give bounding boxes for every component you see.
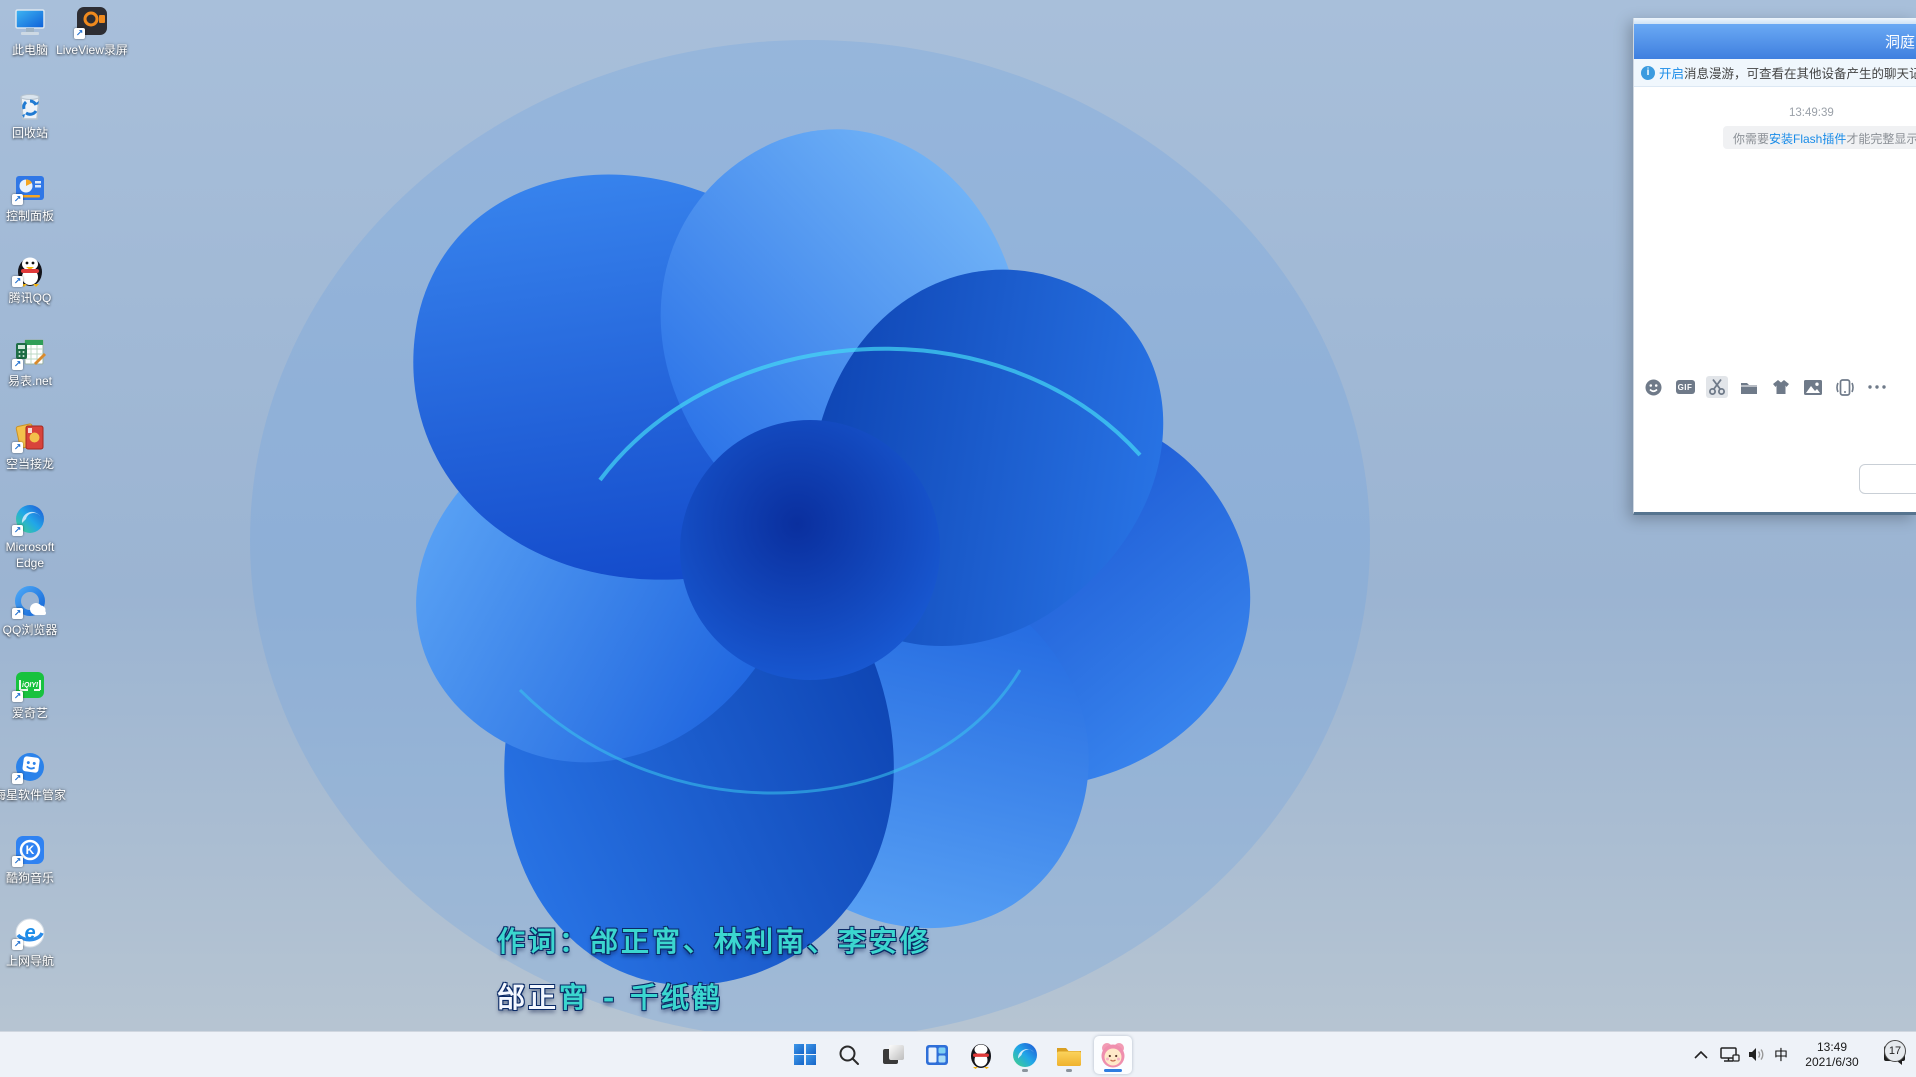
send-image-button[interactable]	[1802, 376, 1824, 398]
iqiyi-icon: iQIYI	[12, 667, 48, 703]
desktop-icon-edge[interactable]: Microsoft Edge	[0, 501, 68, 571]
qq-penguin-icon	[968, 1041, 994, 1069]
qq-chat-window: 洞庭 i 开启消息漫游，可查看在其他设备产生的聊天记录 13:49:39 你需要…	[1633, 18, 1916, 515]
card-game-icon	[12, 418, 48, 454]
running-indicator	[1066, 1069, 1072, 1072]
search-button[interactable]	[830, 1036, 868, 1074]
enable-roaming-link[interactable]: 开启	[1659, 63, 1684, 82]
shortcut-arrow-icon	[12, 608, 23, 619]
start-button[interactable]	[786, 1036, 824, 1074]
system-message-bubble: 你需要安装Flash插件才能完整显示QQ	[1723, 126, 1916, 149]
chat-input-area[interactable]	[1634, 402, 1916, 502]
more-tools-button[interactable]	[1866, 376, 1888, 398]
desktop-icon-software-manager[interactable]: 海星软件管家	[0, 749, 68, 804]
tray-ime-indicator[interactable]: 中	[1768, 1032, 1794, 1077]
speaker-icon	[1748, 1047, 1766, 1062]
qq-browser-icon	[12, 584, 48, 620]
chevron-up-icon	[1694, 1051, 1708, 1059]
tray-network-button[interactable]	[1716, 1032, 1744, 1077]
taskbar-edge-button[interactable]	[1006, 1036, 1044, 1074]
shortcut-arrow-icon	[12, 359, 23, 370]
screenshot-button[interactable]	[1706, 376, 1728, 398]
send-button[interactable]	[1859, 464, 1916, 494]
task-view-button[interactable]	[874, 1036, 912, 1074]
lyrics-credits: 作词：邰正宵、林利南、李安修	[497, 928, 931, 956]
taskbar-qq-button[interactable]	[962, 1036, 1000, 1074]
edge-icon	[1012, 1042, 1038, 1068]
ttplayer-face-icon	[1099, 1041, 1127, 1069]
tray-date: 2021/6/30	[1805, 1055, 1858, 1070]
desktop-icon-qq-browser[interactable]: QQ浏览器	[0, 584, 68, 639]
screen-record-icon	[74, 4, 110, 40]
lyrics-song-line: 邰正宵 - 千纸鹤	[497, 984, 931, 1012]
shortcut-arrow-icon	[12, 276, 23, 287]
qq-show-button[interactable]	[1770, 376, 1792, 398]
shortcut-arrow-icon	[12, 856, 23, 867]
widgets-icon	[925, 1043, 949, 1067]
shortcut-arrow-icon	[12, 194, 23, 205]
desktop-icon-kugou[interactable]: K 酷狗音乐	[0, 832, 68, 887]
recycle-bin-icon	[12, 87, 48, 123]
tray-volume-button[interactable]	[1744, 1032, 1770, 1077]
spreadsheet-calculator-icon	[12, 335, 48, 371]
message-timestamp: 13:49:39	[1789, 107, 1834, 119]
lyrics-overlay: 作词：邰正宵、林利南、李安修 邰正宵 - 千纸鹤	[497, 928, 931, 1040]
desktop-icon-yibiao-net[interactable]: 易表.net	[0, 335, 68, 390]
desktop-icon-freecell[interactable]: 空当接龙	[0, 418, 68, 473]
desktop-icon-web-navigation[interactable]: e 上网导航	[0, 915, 68, 970]
gif-button[interactable]: GIF	[1674, 376, 1696, 398]
taskbar-music-player-button[interactable]	[1094, 1036, 1132, 1074]
roaming-notice-text: 消息漫游，可查看在其他设备产生的聊天记录	[1684, 63, 1916, 82]
task-view-icon	[881, 1043, 905, 1067]
send-file-button[interactable]	[1738, 376, 1760, 398]
qq-penguin-icon	[12, 252, 48, 288]
roaming-notice-bar: i 开启消息漫游，可查看在其他设备产生的聊天记录	[1634, 59, 1916, 87]
shortcut-arrow-icon	[12, 773, 23, 784]
desktop-icon-iqiyi[interactable]: iQIYI 爱奇艺	[0, 667, 68, 722]
tray-clock[interactable]: 13:49 2021/6/30	[1796, 1032, 1868, 1077]
shortcut-arrow-icon	[74, 28, 85, 39]
search-icon	[838, 1044, 860, 1066]
emoji-button[interactable]	[1642, 376, 1664, 398]
install-flash-link[interactable]: 安装Flash插件	[1769, 132, 1846, 146]
edge-icon	[12, 501, 48, 537]
shortcut-arrow-icon	[12, 442, 23, 453]
software-manager-icon	[12, 749, 48, 785]
desktop-icon-tencent-qq[interactable]: 腾讯QQ	[0, 252, 68, 307]
running-indicator	[1022, 1069, 1028, 1072]
desktop-icon-liveview[interactable]: LiveView录屏	[54, 4, 130, 59]
shortcut-arrow-icon	[12, 691, 23, 702]
desktop-icon-recycle-bin[interactable]: 回收站	[0, 87, 68, 142]
web-navigation-icon: e	[12, 915, 48, 951]
window-shake-button[interactable]	[1834, 376, 1856, 398]
info-icon: i	[1641, 66, 1655, 80]
chat-title: 洞庭	[1885, 31, 1915, 52]
qq-title-bar[interactable]: 洞庭	[1634, 24, 1916, 59]
tray-time: 13:49	[1805, 1040, 1858, 1055]
taskbar-file-explorer-button[interactable]	[1050, 1036, 1088, 1074]
chat-message-area: 13:49:39 你需要安装Flash插件才能完整显示QQ	[1634, 87, 1916, 372]
taskbar: 中 13:49 2021/6/30 17	[0, 1031, 1916, 1077]
tray-show-hidden-button[interactable]	[1688, 1032, 1714, 1077]
wallpaper-bloom	[230, 20, 1410, 1040]
desktop: 作词：邰正宵、林利南、李安修 邰正宵 - 千纸鹤 此电脑 LiveView录屏	[0, 0, 1916, 1077]
widgets-button[interactable]	[918, 1036, 956, 1074]
lyrics-sung: 邰正	[497, 981, 559, 1014]
shortcut-arrow-icon	[12, 939, 23, 950]
shortcut-arrow-icon	[12, 525, 23, 536]
notification-center-button[interactable]: 17	[1872, 1032, 1916, 1077]
lyrics-unsung: 宵 - 千纸鹤	[559, 981, 723, 1014]
windows-logo-icon	[794, 1044, 816, 1066]
control-panel-icon	[12, 170, 48, 206]
kugou-music-icon: K	[12, 832, 48, 868]
chat-toolbar: GIF	[1634, 372, 1916, 402]
active-indicator	[1104, 1069, 1122, 1072]
notification-count-badge: 17	[1884, 1040, 1906, 1062]
folder-icon	[1056, 1044, 1082, 1066]
desktop-icon-control-panel[interactable]: 控制面板	[0, 170, 68, 225]
this-pc-icon	[12, 4, 48, 40]
network-icon	[1720, 1047, 1740, 1063]
